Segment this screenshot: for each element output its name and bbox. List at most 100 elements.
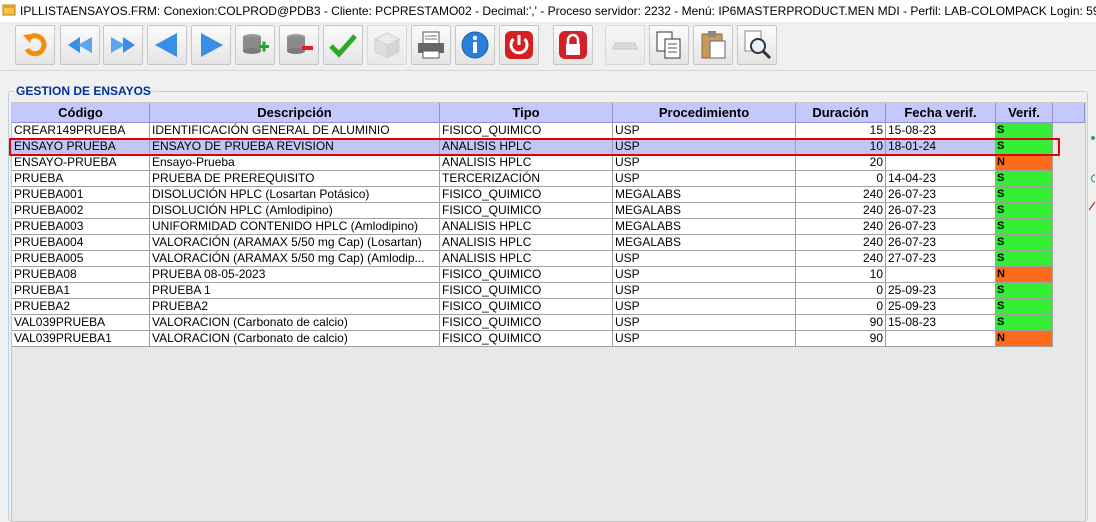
cell-fecha[interactable]: 26-07-23: [886, 235, 996, 251]
cell-descripcion[interactable]: DISOLUCIÓN HPLC (Losartan Potásico): [150, 187, 440, 203]
cell-descripcion[interactable]: PRUEBA 1: [150, 283, 440, 299]
cell-codigo[interactable]: PRUEBA001: [12, 187, 150, 203]
cell-verif[interactable]: N: [996, 331, 1053, 347]
cell-codigo[interactable]: VAL039PRUEBA1: [12, 331, 150, 347]
cell-duracion[interactable]: 90: [796, 331, 886, 347]
cell-verif[interactable]: S: [996, 171, 1053, 187]
lock-button[interactable]: [553, 25, 593, 65]
cell-procedimiento[interactable]: MEGALABS: [613, 235, 796, 251]
cell-tipo[interactable]: ANALISIS HPLC: [440, 251, 613, 267]
cell-codigo[interactable]: CREAR149PRUEBA: [12, 123, 150, 139]
table-row[interactable]: VAL039PRUEBA VALORACION (Carbonato de cal…: [12, 315, 1053, 331]
cell-tipo[interactable]: FISICO_QUIMICO: [440, 299, 613, 315]
cell-duracion[interactable]: 240: [796, 235, 886, 251]
table-row[interactable]: PRUEBA08 PRUEBA 08-05-2023 FISICO_QUIMICO U…: [12, 267, 1053, 283]
cell-verif[interactable]: S: [996, 203, 1053, 219]
cell-verif[interactable]: S: [996, 283, 1053, 299]
add-record-button[interactable]: [235, 25, 275, 65]
exit-button[interactable]: [499, 25, 539, 65]
cell-codigo[interactable]: VAL039PRUEBA: [12, 315, 150, 331]
cube-button[interactable]: [367, 25, 407, 65]
table-row[interactable]: PRUEBA002 DISOLUCIÓN HPLC (Amlodipino) FIS…: [12, 203, 1053, 219]
cell-descripcion[interactable]: DISOLUCIÓN HPLC (Amlodipino): [150, 203, 440, 219]
cell-verif[interactable]: S: [996, 315, 1053, 331]
cell-descripcion[interactable]: PRUEBA 08-05-2023: [150, 267, 440, 283]
cell-fecha[interactable]: 27-07-23: [886, 251, 996, 267]
col-header-verif[interactable]: Verif.: [996, 103, 1053, 123]
cell-tipo[interactable]: FISICO_QUIMICO: [440, 203, 613, 219]
cell-procedimiento[interactable]: MEGALABS: [613, 203, 796, 219]
cell-fecha[interactable]: 26-07-23: [886, 219, 996, 235]
cell-tipo[interactable]: FISICO_QUIMICO: [440, 315, 613, 331]
col-header-procedimiento[interactable]: Procedimiento: [613, 103, 796, 123]
cell-verif[interactable]: S: [996, 219, 1053, 235]
table-row[interactable]: PRUEBA1 PRUEBA 1 FISICO_QUIMICO USP 0 25-09-2…: [12, 283, 1053, 299]
cell-tipo[interactable]: FISICO_QUIMICO: [440, 123, 613, 139]
search-button[interactable]: [737, 25, 777, 65]
cell-tipo[interactable]: ANALISIS HPLC: [440, 219, 613, 235]
cell-fecha[interactable]: 14-04-23: [886, 171, 996, 187]
delete-record-button[interactable]: [279, 25, 319, 65]
cell-duracion[interactable]: 10: [796, 267, 886, 283]
col-header-duracion[interactable]: Duración: [796, 103, 886, 123]
cell-fecha[interactable]: 15-08-23: [886, 315, 996, 331]
copy-button[interactable]: [649, 25, 689, 65]
table-row[interactable]: PRUEBA005 VALORACIÓN (ARAMAX 5/50 mg Cap)…: [12, 251, 1053, 267]
cut-button[interactable]: [605, 25, 645, 65]
table-row[interactable]: CREAR149PRUEBA IDENTIFICACIÓN GENERAL DE …: [12, 123, 1053, 139]
cell-verif[interactable]: N: [996, 267, 1053, 283]
cell-tipo[interactable]: ANALISIS HPLC: [440, 155, 613, 171]
cell-descripcion[interactable]: UNIFORMIDAD CONTENIDO HPLC (Amlodipino): [150, 219, 440, 235]
paste-button[interactable]: [693, 25, 733, 65]
cell-procedimiento[interactable]: USP: [613, 155, 796, 171]
cell-duracion[interactable]: 240: [796, 203, 886, 219]
cell-procedimiento[interactable]: USP: [613, 171, 796, 187]
info-button[interactable]: [455, 25, 495, 65]
cell-fecha[interactable]: 26-07-23: [886, 187, 996, 203]
cell-fecha[interactable]: 25-09-23: [886, 299, 996, 315]
cell-fecha[interactable]: [886, 155, 996, 171]
cell-descripcion[interactable]: VALORACION (Carbonato de calcio): [150, 315, 440, 331]
cell-descripcion[interactable]: Ensayo-Prueba: [150, 155, 440, 171]
cell-verif[interactable]: N: [996, 155, 1053, 171]
cell-codigo[interactable]: PRUEBA003: [12, 219, 150, 235]
cell-procedimiento[interactable]: USP: [613, 283, 796, 299]
cell-verif[interactable]: S: [996, 251, 1053, 267]
cell-verif[interactable]: S: [996, 299, 1053, 315]
cell-duracion[interactable]: 15: [796, 123, 886, 139]
cell-tipo[interactable]: FISICO_QUIMICO: [440, 331, 613, 347]
cell-tipo[interactable]: FISICO_QUIMICO: [440, 283, 613, 299]
accept-button[interactable]: [323, 25, 363, 65]
cell-codigo[interactable]: PRUEBA005: [12, 251, 150, 267]
table-row[interactable]: ENSAYO-PRUEBA Ensayo-Prueba ANALISIS HPLC U…: [12, 155, 1053, 171]
cell-fecha[interactable]: 25-09-23: [886, 283, 996, 299]
cell-descripcion[interactable]: PRUEBA DE PREREQUISITO: [150, 171, 440, 187]
cell-fecha[interactable]: [886, 331, 996, 347]
cell-verif[interactable]: S: [996, 123, 1053, 139]
cell-duracion[interactable]: 0: [796, 299, 886, 315]
cell-procedimiento[interactable]: USP: [613, 267, 796, 283]
refresh-button[interactable]: [15, 25, 55, 65]
col-header-fecha[interactable]: Fecha verif.: [886, 103, 996, 123]
cell-procedimiento[interactable]: USP: [613, 315, 796, 331]
cell-descripcion[interactable]: IDENTIFICACIÓN GENERAL DE ALUMINIO: [150, 123, 440, 139]
print-button[interactable]: [411, 25, 451, 65]
cell-codigo[interactable]: PRUEBA004: [12, 235, 150, 251]
cell-verif[interactable]: S: [996, 187, 1053, 203]
table-row[interactable]: VAL039PRUEBA1 VALORACION (Carbonato de ca…: [12, 331, 1053, 347]
cell-descripcion[interactable]: VALORACIÓN (ARAMAX 5/50 mg Cap) (Losarta…: [150, 235, 440, 251]
col-header-descripcion[interactable]: Descripción: [150, 103, 440, 123]
cell-codigo[interactable]: PRUEBA1: [12, 283, 150, 299]
cell-procedimiento[interactable]: USP: [613, 251, 796, 267]
cell-fecha[interactable]: 15-08-23: [886, 123, 996, 139]
table-row[interactable]: PRUEBA003 UNIFORMIDAD CONTENIDO HPLC (Aml…: [12, 219, 1053, 235]
previous-button[interactable]: [147, 25, 187, 65]
cell-codigo[interactable]: PRUEBA2: [12, 299, 150, 315]
cell-tipo[interactable]: FISICO_QUIMICO: [440, 267, 613, 283]
cell-fecha[interactable]: [886, 267, 996, 283]
ensayos-grid[interactable]: Código Descripción Tipo Procedimiento Duraci…: [11, 102, 1086, 522]
cell-duracion[interactable]: 90: [796, 315, 886, 331]
cell-procedimiento[interactable]: USP: [613, 331, 796, 347]
cell-codigo[interactable]: PRUEBA: [12, 171, 150, 187]
cell-verif[interactable]: S: [996, 235, 1053, 251]
